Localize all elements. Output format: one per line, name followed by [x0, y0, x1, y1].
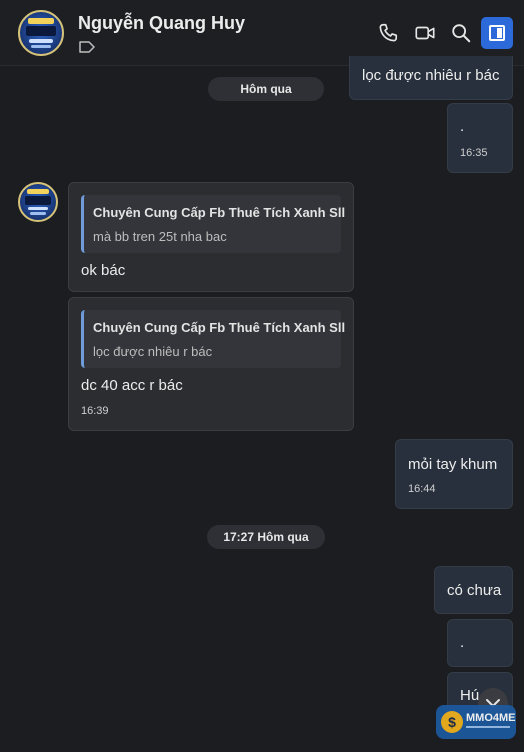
quoted-text: mà bb tren 25t nha bac [93, 229, 227, 244]
message-text: Hú [460, 687, 480, 704]
tag-icon[interactable] [79, 41, 95, 53]
quoted-message[interactable]: Chuyên Cung Cấp Fb Thuê Tích Xanh Sll mà… [81, 195, 345, 253]
message-text: dc 40 acc r bác [81, 377, 183, 394]
message-text: có chưa [447, 582, 502, 599]
message-time: 16:39 [81, 405, 109, 417]
contact-name[interactable]: Nguyễn Quang Huy [78, 13, 245, 34]
message-bubble-out[interactable]: có chưa [434, 566, 513, 614]
sender-avatar[interactable] [18, 182, 58, 222]
quoted-text: lọc được nhiêu r bác [93, 344, 213, 359]
contact-avatar[interactable] [18, 10, 64, 56]
watermark-text: MMO4ME [466, 712, 516, 724]
quoted-sender: Chuyên Cung Cấp Fb Thuê Tích Xanh Sll [93, 320, 346, 335]
message-bubble-out[interactable]: . 16:35 [447, 103, 513, 173]
message-bubble-out[interactable]: lọc được nhiêu r bác [349, 56, 513, 100]
message-text: . [460, 634, 465, 651]
message-bubble-in[interactable]: Chuyên Cung Cấp Fb Thuê Tích Xanh Sll mà… [68, 182, 354, 292]
message-text: lọc được nhiêu r bác [362, 67, 500, 84]
phone-icon[interactable] [377, 22, 399, 44]
message-text: . [460, 118, 465, 135]
coin-icon: $ [441, 711, 463, 733]
date-separator: 17:27 Hôm qua [207, 525, 325, 549]
message-time: 16:44 [408, 483, 436, 495]
quoted-sender: Chuyên Cung Cấp Fb Thuê Tích Xanh Sll [93, 205, 346, 220]
search-icon[interactable] [450, 22, 472, 44]
message-time: 16:35 [460, 147, 488, 159]
message-bubble-in[interactable]: Chuyên Cung Cấp Fb Thuê Tích Xanh Sll lọ… [68, 297, 354, 431]
side-panel-icon [489, 25, 505, 41]
message-text: mỏi tay khum [408, 456, 498, 473]
message-text: ok bác [81, 262, 126, 279]
date-separator: Hôm qua [208, 77, 324, 101]
watermark-logo: $ MMO4ME [436, 705, 516, 739]
side-panel-button[interactable] [481, 17, 513, 49]
message-bubble-out[interactable]: mỏi tay khum 16:44 [395, 439, 513, 509]
video-icon[interactable] [414, 22, 436, 44]
quoted-message[interactable]: Chuyên Cung Cấp Fb Thuê Tích Xanh Sll lọ… [81, 310, 345, 368]
message-bubble-out[interactable]: . [447, 619, 513, 667]
